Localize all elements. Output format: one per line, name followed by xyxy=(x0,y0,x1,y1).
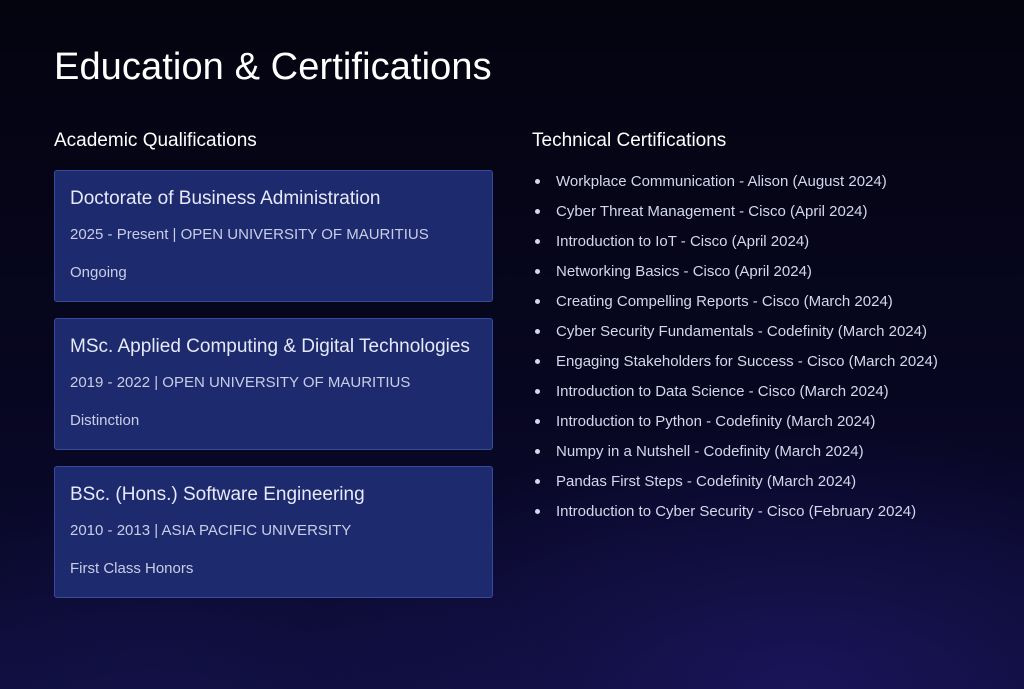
certification-label: Creating Compelling Reports - Cisco (Mar… xyxy=(556,293,893,310)
list-item: Introduction to Data Science - Cisco (Ma… xyxy=(532,382,972,412)
card-title: BSc. (Hons.) Software Engineering xyxy=(70,484,365,505)
certification-label: Engaging Stakeholders for Success - Cisc… xyxy=(556,353,938,370)
card-status: Distinction xyxy=(70,412,140,429)
list-item: Numpy in a Nutshell - Codefinity (March … xyxy=(532,442,972,472)
academic-column: Academic Qualifications Doctorate of Bus… xyxy=(54,128,493,614)
certification-list: Workplace Communication - Alison (August… xyxy=(532,172,972,532)
list-item: Cyber Threat Management - Cisco (April 2… xyxy=(532,202,972,232)
card-meta: 2025 - Present | OPEN UNIVERSITY OF MAUR… xyxy=(70,226,429,243)
academic-card-msc: MSc. Applied Computing & Digital Technol… xyxy=(54,318,493,450)
certification-label: Introduction to Data Science - Cisco (Ma… xyxy=(556,383,889,400)
bullet-icon xyxy=(535,299,540,304)
academic-heading: Academic Qualifications xyxy=(54,130,257,151)
certification-label: Numpy in a Nutshell - Codefinity (March … xyxy=(556,443,864,460)
certification-label: Introduction to Cyber Security - Cisco (… xyxy=(556,503,917,520)
certifications-heading: Technical Certifications xyxy=(532,130,727,151)
academic-card-bsc: BSc. (Hons.) Software Engineering 2010 -… xyxy=(54,466,493,598)
list-item: Introduction to IoT - Cisco (April 2024) xyxy=(532,232,972,262)
card-status: First Class Honors xyxy=(70,560,194,577)
list-item: Networking Basics - Cisco (April 2024) xyxy=(532,262,972,292)
list-item: Workplace Communication - Alison (August… xyxy=(532,172,972,202)
education-section: Education & Certifications Academic Qual… xyxy=(54,0,974,689)
certification-label: Cyber Security Fundamentals - Codefinity… xyxy=(556,323,927,340)
page-title: Education & Certifications xyxy=(54,46,492,88)
bullet-icon xyxy=(535,509,540,514)
list-item: Introduction to Cyber Security - Cisco (… xyxy=(532,502,972,532)
bullet-icon xyxy=(535,359,540,364)
bullet-icon xyxy=(535,329,540,334)
certification-label: Pandas First Steps - Codefinity (March 2… xyxy=(556,473,857,490)
list-item: Cyber Security Fundamentals - Codefinity… xyxy=(532,322,972,352)
certification-label: Workplace Communication - Alison (August… xyxy=(556,173,887,190)
certification-label: Cyber Threat Management - Cisco (April 2… xyxy=(556,203,868,220)
list-item: Pandas First Steps - Codefinity (March 2… xyxy=(532,472,972,502)
card-title: MSc. Applied Computing & Digital Technol… xyxy=(70,336,470,357)
list-item: Creating Compelling Reports - Cisco (Mar… xyxy=(532,292,972,322)
bullet-icon xyxy=(535,269,540,274)
certifications-column: Technical Certifications Workplace Commu… xyxy=(532,128,972,532)
list-item: Engaging Stakeholders for Success - Cisc… xyxy=(532,352,972,382)
academic-card-dba: Doctorate of Business Administration 202… xyxy=(54,170,493,302)
academic-card-list: Doctorate of Business Administration 202… xyxy=(54,170,493,598)
card-meta: 2019 - 2022 | OPEN UNIVERSITY OF MAURITI… xyxy=(70,374,411,391)
card-status: Ongoing xyxy=(70,264,127,281)
bullet-icon xyxy=(535,239,540,244)
bullet-icon xyxy=(535,389,540,394)
bullet-icon xyxy=(535,419,540,424)
bullet-icon xyxy=(535,449,540,454)
bullet-icon xyxy=(535,179,540,184)
card-title: Doctorate of Business Administration xyxy=(70,188,381,209)
bullet-icon xyxy=(535,479,540,484)
certification-label: Introduction to IoT - Cisco (April 2024) xyxy=(556,233,810,250)
card-meta: 2010 - 2013 | ASIA PACIFIC UNIVERSITY xyxy=(70,522,352,539)
bullet-icon xyxy=(535,209,540,214)
list-item: Introduction to Python - Codefinity (Mar… xyxy=(532,412,972,442)
certification-label: Networking Basics - Cisco (April 2024) xyxy=(556,263,812,280)
certification-label: Introduction to Python - Codefinity (Mar… xyxy=(556,413,876,430)
